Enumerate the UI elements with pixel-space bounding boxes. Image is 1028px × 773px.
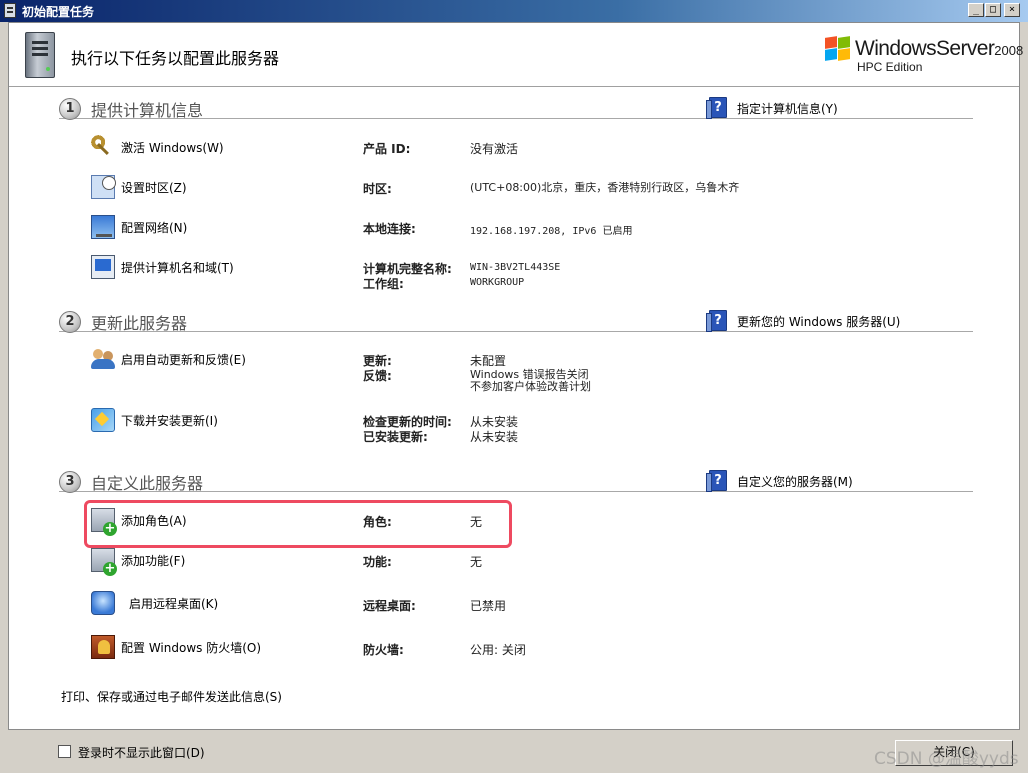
task-link[interactable]: 提供计算机名和域(T)	[121, 259, 234, 276]
task-link[interactable]: 配置 Windows 防火墙(O)	[121, 639, 261, 656]
help-book-icon: ?	[706, 470, 727, 492]
prop-value: 公用: 关闭	[470, 643, 526, 657]
task-link[interactable]: 激活 Windows(W)	[121, 139, 224, 156]
prop-label: 工作组:	[363, 277, 404, 291]
prop-value: 不参加客户体验改善计划	[470, 380, 591, 393]
window-title: 初始配置任务	[22, 5, 95, 19]
section-1-header: 1 提供计算机信息 ? 指定计算机信息(Y)	[59, 97, 973, 120]
section-1-title: 提供计算机信息	[91, 101, 204, 120]
window-frame: 执行以下任务以配置此服务器 WindowsServer2008 R2 HPC E…	[0, 22, 1028, 773]
task-link[interactable]: 设置时区(Z)	[121, 179, 187, 196]
computer-icon	[91, 255, 115, 279]
app-icon	[4, 3, 16, 18]
section-3-title: 自定义此服务器	[91, 474, 204, 493]
page-title: 执行以下任务以配置此服务器	[71, 49, 280, 68]
prop-value: 192.168.197.208, IPv6 已启用	[470, 226, 633, 237]
prop-label: 远程桌面:	[363, 599, 416, 613]
users-icon	[91, 347, 115, 371]
help-link-text[interactable]: 指定计算机信息(Y)	[737, 100, 838, 117]
prop-value: 无	[470, 555, 483, 569]
prop-value: 已禁用	[470, 599, 507, 613]
prop-label: 已安装更新:	[363, 430, 428, 444]
task-link[interactable]: 启用自动更新和反馈(E)	[121, 351, 246, 368]
brand-name-text: WindowsServer	[855, 37, 995, 60]
footer-bar: 登录时不显示此窗口(D) 关闭(C) CSDN @温酸yyds	[8, 732, 1020, 772]
task-link[interactable]: 添加功能(F)	[121, 552, 185, 569]
title-bar[interactable]: 初始配置任务 _ □ ×	[0, 0, 1028, 22]
help-book-icon: ?	[706, 97, 727, 119]
clock-icon	[91, 175, 116, 199]
brand-name: WindowsServer2008 R2	[855, 37, 1028, 61]
close-window-button[interactable]: ×	[1004, 3, 1020, 17]
prop-value: 未配置	[470, 354, 507, 368]
section-1-number: 1	[59, 98, 81, 120]
help-link-text[interactable]: 更新您的 Windows 服务器(U)	[737, 313, 900, 330]
windows-flag-icon	[825, 36, 851, 61]
task-link[interactable]: 下载并安装更新(I)	[121, 412, 218, 429]
brand-version: 2008	[994, 43, 1024, 58]
section-3-header: 3 自定义此服务器 ? 自定义您的服务器(M)	[59, 470, 973, 493]
section-2-number: 2	[59, 311, 81, 333]
maximize-button[interactable]: □	[985, 3, 1001, 17]
prop-value: WIN-3BV2TL443SE	[470, 262, 561, 273]
task-link[interactable]: 配置网络(N)	[121, 219, 187, 236]
prop-value: (UTC+08:00)北京，重庆，香港特别行政区，乌鲁木齐	[470, 181, 740, 194]
windows-server-logo: WindowsServer2008 R2 HPC Edition	[825, 33, 1023, 79]
hide-at-logon-checkbox[interactable]	[58, 745, 71, 758]
brand-edition: HPC Edition	[857, 60, 923, 74]
prop-label: 功能:	[363, 555, 392, 569]
section-2-header: 2 更新此服务器 ? 更新您的 Windows 服务器(U)	[59, 310, 973, 333]
print-save-email-link[interactable]: 打印、保存或通过电子邮件发送此信息(S)	[61, 688, 282, 705]
update-icon	[91, 408, 115, 432]
prop-value: WORKGROUP	[470, 277, 525, 288]
task-link[interactable]: 启用远程桌面(K)	[129, 595, 218, 612]
add-roles-highlight	[84, 500, 512, 548]
firewall-icon	[91, 635, 115, 659]
section-3-number: 3	[59, 471, 81, 493]
remote-desktop-icon	[91, 591, 115, 615]
minimize-button[interactable]: _	[968, 3, 984, 17]
prop-value: 没有激活	[470, 142, 519, 156]
prop-label: 反馈:	[363, 369, 392, 383]
prop-label: 产品 ID:	[363, 142, 411, 156]
help-link-text[interactable]: 自定义您的服务器(M)	[737, 473, 853, 490]
add-feature-icon	[91, 548, 117, 576]
help-book-icon: ?	[706, 310, 727, 332]
network-icon	[91, 215, 115, 239]
server-icon	[25, 32, 55, 78]
prop-label: 时区:	[363, 182, 392, 196]
hide-at-logon-label[interactable]: 登录时不显示此窗口(D)	[78, 744, 205, 761]
content-panel: 执行以下任务以配置此服务器 WindowsServer2008 R2 HPC E…	[8, 22, 1023, 730]
prop-label: 本地连接:	[363, 222, 416, 236]
key-icon	[91, 135, 115, 159]
prop-value: 从未安装	[470, 430, 519, 444]
header: 执行以下任务以配置此服务器 WindowsServer2008 R2 HPC E…	[9, 23, 1023, 87]
prop-label: 防火墙:	[363, 643, 404, 657]
close-button[interactable]: 关闭(C)	[895, 740, 1013, 766]
section-2-title: 更新此服务器	[91, 314, 188, 333]
